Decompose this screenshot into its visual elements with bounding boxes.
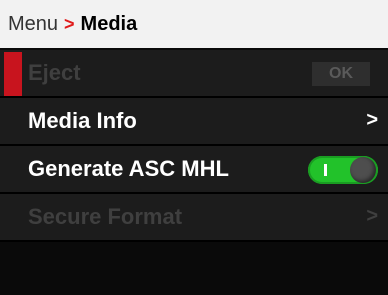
media-menu-screen: Menu > Media Eject OK Media Info > Gener…: [0, 0, 388, 295]
menu-item-label: Eject: [28, 60, 81, 85]
chevron-right-icon: >: [366, 109, 378, 131]
eject-ok-button[interactable]: OK: [312, 62, 370, 86]
generate-asc-mhl-toggle[interactable]: [308, 156, 378, 184]
menu-item-label: Media Info: [28, 108, 137, 133]
chevron-right-icon: >: [366, 205, 378, 227]
toggle-knob: [350, 157, 376, 183]
toggle-on-indicator-icon: [324, 164, 327, 176]
menu-item-generate-asc-mhl[interactable]: Generate ASC MHL: [0, 146, 388, 194]
menu-item-secure-format[interactable]: Secure Format >: [0, 194, 388, 242]
breadcrumb-parent[interactable]: Menu: [8, 13, 58, 36]
menu-item-label: Generate ASC MHL: [28, 156, 229, 181]
menu-list: Eject OK Media Info > Generate ASC MHL S…: [0, 50, 388, 242]
menu-item-label: Secure Format: [28, 204, 183, 229]
breadcrumb-current: Media: [80, 12, 138, 35]
breadcrumb-separator-icon: >: [64, 13, 75, 34]
selection-marker: [4, 52, 22, 96]
breadcrumb: Menu > Media: [0, 0, 388, 48]
menu-item-media-info[interactable]: Media Info >: [0, 98, 388, 146]
menu-item-eject[interactable]: Eject OK: [0, 50, 388, 98]
